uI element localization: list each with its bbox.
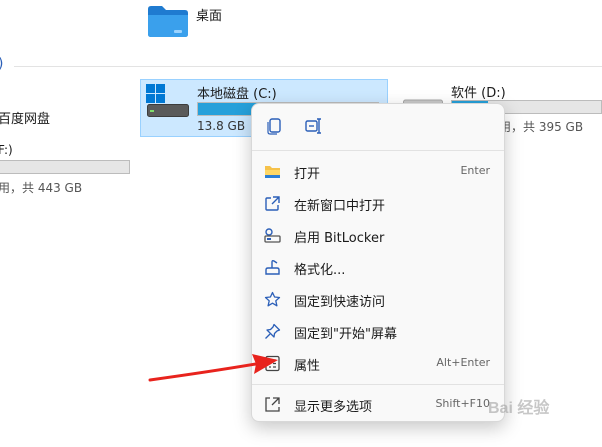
menu-item-properties[interactable]: 属性 Alt+Enter: [256, 348, 500, 378]
menu-item-label: 在新窗口中打开: [294, 199, 386, 214]
menu-item-open-new-window[interactable]: 在新窗口中打开: [256, 188, 500, 218]
drive-f-usage: 用，共 443 GB: [0, 181, 83, 195]
context-menu: 打开 Enter 在新窗口中打开 启用 BitLocker 格式化... 固定到…: [251, 103, 505, 422]
desktop-folder-label[interactable]: 桌面: [196, 5, 222, 24]
menu-item-open[interactable]: 打开 Enter: [256, 156, 500, 186]
watermark-text: Bai 经验: [488, 398, 550, 417]
menu-item-label: 固定到快速访问: [294, 295, 386, 310]
section-header[interactable]: ): [0, 56, 3, 72]
hard-drive-icon: [147, 104, 189, 117]
folder-icon[interactable]: [147, 4, 189, 38]
rename-button[interactable]: [301, 113, 327, 139]
menu-item-format[interactable]: 格式化...: [256, 252, 500, 282]
menu-item-label: 显示更多选项: [294, 400, 373, 415]
menu-item-shortcut: Shift+F10: [435, 397, 490, 410]
menu-item-pin-quick-access[interactable]: 固定到快速访问: [256, 284, 500, 314]
drive-f-usage-bar: [0, 160, 130, 174]
rename-icon: [305, 118, 321, 134]
open-new-window-icon: [265, 196, 280, 211]
format-icon: [265, 259, 280, 275]
drive-d-usage: 用，共 395 GB: [499, 120, 584, 134]
annotation-arrow-icon: [148, 354, 278, 382]
windows-logo-icon: [146, 84, 165, 103]
menu-separator: [252, 150, 504, 151]
more-options-icon: [265, 397, 280, 412]
menu-item-bitlocker[interactable]: 启用 BitLocker: [256, 220, 500, 250]
folder-open-icon: [265, 166, 280, 178]
copy-icon: [267, 118, 281, 135]
menu-item-label: 格式化...: [294, 263, 346, 278]
section-divider: [14, 66, 602, 67]
menu-item-show-more-options[interactable]: 显示更多选项 Shift+F10: [256, 389, 500, 419]
drive-c-name: 本地磁盘 (C:): [197, 87, 277, 102]
bitlocker-key-icon: [264, 228, 281, 243]
drive-d-name[interactable]: 软件 (D:): [451, 82, 506, 101]
pin-icon: [265, 323, 281, 339]
menu-item-label: 打开: [294, 167, 321, 182]
drive-c-usage: 13.8 GB: [197, 119, 246, 133]
copy-button[interactable]: [262, 113, 288, 139]
menu-item-label: 固定到"开始"屏幕: [294, 327, 397, 342]
star-icon: [264, 291, 281, 307]
baidu-netdisk-item[interactable]: 百度网盘: [0, 108, 50, 127]
menu-item-shortcut: Enter: [460, 164, 490, 177]
watermark-logo: Bai 经验: [488, 398, 550, 417]
file-explorer: 桌面 ) 百度网盘 F:) 用，共 443 GB 本地磁盘 (C:) 13.8 …: [0, 0, 602, 447]
menu-item-label: 属性: [294, 359, 321, 374]
menu-item-shortcut: Alt+Enter: [436, 356, 490, 369]
drive-f-name[interactable]: F:): [0, 143, 13, 157]
menu-item-pin-start[interactable]: 固定到"开始"屏幕: [256, 316, 500, 346]
menu-top-actions: [252, 104, 504, 150]
menu-item-label: 启用 BitLocker: [294, 231, 385, 246]
menu-separator: [252, 384, 504, 385]
